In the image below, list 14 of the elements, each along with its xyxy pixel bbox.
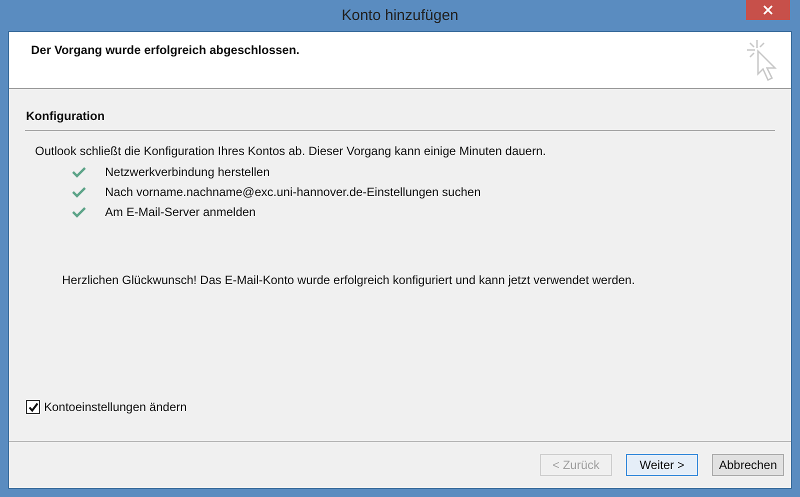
dialog-button[interactable]: Abbrechen (712, 454, 784, 476)
result-message: Herzlichen Glückwunsch! Das E-Mail-Konto wurde erfolgreich konfiguriert und kann jetzt verwendet werden. (61, 273, 636, 287)
step-label: Am E-Mail-Server anmelden (105, 204, 256, 218)
status-message: Der Vorgang wurde erfolgreich abgeschlossen. (31, 43, 300, 59)
dialog-button[interactable]: Weiter > (626, 454, 698, 476)
checkbox[interactable] (26, 400, 40, 414)
step-label: Nach vorname.nachname@exc.uni-hannover.de-Einstellungen suchen (105, 184, 481, 198)
close-icon (763, 5, 773, 15)
checkbox-label[interactable]: Kontoeinstellungen ändern (44, 400, 187, 414)
intro-text: Outlook schließt die Konfiguration Ihres Kontos ab. Dieser Vorgang kann einige Minuten dauern. (34, 144, 547, 158)
section-title: Konfiguration (25, 109, 775, 131)
step-label: Netzwerkverbindung herstellen (105, 164, 270, 178)
window-title: Konto hinzufügen (342, 7, 458, 24)
close-button[interactable] (746, 0, 790, 20)
